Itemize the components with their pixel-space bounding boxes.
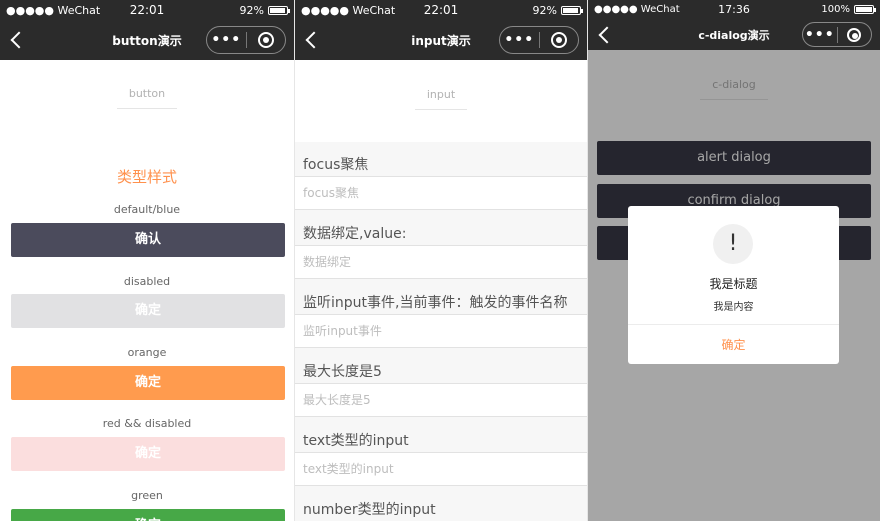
battery-percent: 92% bbox=[532, 4, 557, 17]
input-label: 最大长度是5 bbox=[303, 364, 382, 380]
text-input[interactable]: text类型的input bbox=[295, 452, 587, 486]
input-label: text类型的input bbox=[303, 433, 409, 449]
battery-icon bbox=[854, 5, 876, 14]
menu-capsule: ••• bbox=[499, 26, 579, 54]
demo-title: input bbox=[295, 88, 587, 110]
phone-input-demo: ●●●●● WeChat 22:01 92% input演示 ••• input… bbox=[295, 0, 587, 521]
more-icon[interactable]: ••• bbox=[500, 32, 539, 48]
target-icon bbox=[847, 27, 862, 42]
battery-percent: 92% bbox=[239, 4, 264, 17]
status-bar: ●●●●● WeChat 22:01 92% bbox=[0, 0, 294, 20]
battery-icon bbox=[268, 6, 290, 15]
input-label: 数据绑定,value: bbox=[303, 226, 407, 242]
maxlength-input[interactable]: 最大长度是5 bbox=[295, 383, 587, 417]
close-mini-program-button[interactable] bbox=[837, 27, 871, 42]
battery-percent: 100% bbox=[821, 4, 850, 15]
event-input[interactable]: 监听input事件 bbox=[295, 314, 587, 348]
red-disabled-button: 确定 bbox=[11, 437, 285, 471]
section-title: 类型样式 bbox=[116, 168, 177, 186]
input-label: 监听input事件,当前事件：触发的事件名称 bbox=[303, 295, 568, 311]
demo-title: button bbox=[0, 87, 294, 109]
binding-input[interactable]: 数据绑定 bbox=[295, 245, 587, 279]
button-type-label: red && disabled bbox=[102, 417, 192, 430]
more-icon[interactable]: ••• bbox=[207, 32, 246, 48]
nav-bar: button演示 ••• bbox=[0, 20, 294, 60]
dialog-content: 我是内容 bbox=[713, 302, 754, 313]
battery-icon bbox=[561, 6, 583, 15]
button-type-label: orange bbox=[127, 346, 167, 359]
button-type-label: default/blue bbox=[113, 203, 181, 216]
status-bar: ●●●●● WeChat 22:01 92% bbox=[295, 0, 587, 20]
input-label: focus聚焦 bbox=[303, 157, 369, 173]
input-label: number类型的input bbox=[303, 502, 436, 518]
close-mini-program-button[interactable] bbox=[246, 32, 285, 48]
menu-capsule: ••• bbox=[206, 26, 286, 54]
button-type-label: green bbox=[131, 489, 163, 502]
phone-dialog-demo: ●●●●● WeChat 17:36 100% c-dialog演示 ••• c… bbox=[588, 0, 880, 521]
menu-capsule: ••• bbox=[802, 22, 872, 47]
dialog-confirm-button[interactable]: 确定 bbox=[628, 324, 839, 364]
more-icon[interactable]: ••• bbox=[803, 27, 837, 43]
target-icon bbox=[550, 32, 567, 48]
target-icon bbox=[257, 32, 274, 48]
nav-bar: c-dialog演示 ••• bbox=[588, 20, 880, 50]
nav-bar: input演示 ••• bbox=[295, 20, 587, 60]
dialog-title: 我是标题 bbox=[709, 277, 758, 291]
button-type-label: disabled bbox=[123, 275, 171, 288]
status-bar: ●●●●● WeChat 17:36 100% bbox=[588, 0, 880, 20]
orange-button[interactable]: 确定 bbox=[11, 366, 285, 400]
close-mini-program-button[interactable] bbox=[539, 32, 578, 48]
focus-input[interactable]: focus聚焦 bbox=[295, 176, 587, 210]
green-button[interactable]: 确定 bbox=[11, 509, 285, 521]
phone-button-demo: ●●●●● WeChat 22:01 92% button演示 ••• butt… bbox=[0, 0, 294, 521]
exclamation-icon: ! bbox=[713, 224, 753, 264]
default-blue-button[interactable]: 确认 bbox=[11, 223, 285, 257]
dialog: ! 我是标题 我是内容 确定 bbox=[628, 206, 839, 364]
disabled-button: 确定 bbox=[11, 294, 285, 328]
